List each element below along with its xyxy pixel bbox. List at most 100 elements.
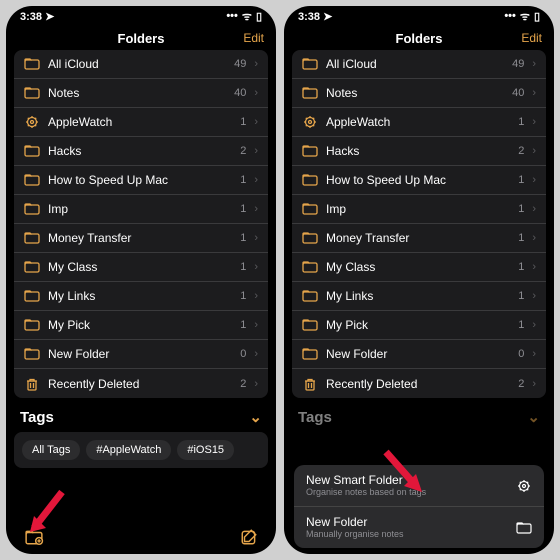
list-item[interactable]: Recently Deleted2› <box>292 369 546 398</box>
list-item[interactable]: Imp1› <box>14 195 268 224</box>
tags-header[interactable]: Tags ⌄ <box>292 398 546 432</box>
list-item[interactable]: Hacks2› <box>292 137 546 166</box>
status-bar: 3:38 ➤ ••• ᯤ ▯ <box>284 6 554 26</box>
menu-item-title: New Smart Folder <box>306 473 506 487</box>
list-item[interactable]: AppleWatch1› <box>292 108 546 137</box>
list-item[interactable]: My Class1› <box>14 253 268 282</box>
folder-count: 1 <box>518 116 524 128</box>
list-item[interactable]: New Folder0› <box>14 340 268 369</box>
folder-icon <box>516 520 532 536</box>
folder-icon <box>302 230 318 246</box>
list-item[interactable]: How to Speed Up Mac1› <box>292 166 546 195</box>
menu-new-folder[interactable]: New Folder Manually organise notes <box>294 507 544 548</box>
list-item[interactable]: My Pick1› <box>14 311 268 340</box>
nav-bar: Folders Edit <box>284 26 554 50</box>
folder-label: Recently Deleted <box>326 377 510 391</box>
new-folder-button[interactable] <box>24 528 44 549</box>
tags-header[interactable]: Tags ⌄ <box>14 398 268 432</box>
chevron-right-icon: › <box>254 116 258 128</box>
folder-count: 40 <box>512 87 524 99</box>
folder-label: Imp <box>48 202 232 216</box>
signal-icon: ••• <box>504 10 516 22</box>
list-item[interactable]: My Links1› <box>292 282 546 311</box>
folder-label: My Pick <box>326 318 510 332</box>
folder-count: 1 <box>518 319 524 331</box>
chevron-right-icon: › <box>532 290 536 302</box>
folder-count: 40 <box>234 87 246 99</box>
tag-chip[interactable]: #iOS15 <box>177 440 234 460</box>
trash-icon <box>302 376 318 392</box>
edit-button[interactable]: Edit <box>521 31 542 45</box>
folder-label: How to Speed Up Mac <box>326 173 510 187</box>
list-item[interactable]: Notes40› <box>14 79 268 108</box>
folder-icon <box>302 346 318 362</box>
tags-box: All Tags #AppleWatch #iOS15 <box>14 432 268 468</box>
chevron-down-icon: ⌄ <box>249 408 262 426</box>
folder-label: My Links <box>326 289 510 303</box>
list-item[interactable]: Imp1› <box>292 195 546 224</box>
tag-chip[interactable]: All Tags <box>22 440 80 460</box>
folder-icon <box>302 56 318 72</box>
folder-count: 49 <box>234 58 246 70</box>
chevron-right-icon: › <box>532 87 536 99</box>
toolbar <box>6 522 276 554</box>
list-item[interactable]: Money Transfer1› <box>292 224 546 253</box>
list-item[interactable]: Notes 40 › <box>292 79 546 108</box>
list-item[interactable]: All iCloud49› <box>292 50 546 79</box>
list-item[interactable]: Hacks2› <box>14 137 268 166</box>
folder-icon <box>302 85 318 101</box>
folder-count: 2 <box>240 378 246 390</box>
phone-right: 3:38 ➤ ••• ᯤ ▯ Folders Edit All iCloud49… <box>284 6 554 554</box>
chevron-right-icon: › <box>254 378 258 390</box>
list-item[interactable]: New Folder0› <box>292 340 546 369</box>
chevron-right-icon: › <box>254 261 258 273</box>
compose-button[interactable] <box>240 528 258 549</box>
list-item[interactable]: Recently Deleted 2 › <box>14 369 268 398</box>
signal-icon: ••• <box>226 10 238 22</box>
chevron-right-icon: › <box>532 116 536 128</box>
location-icon: ➤ <box>323 11 332 23</box>
nav-bar: Folders Edit <box>6 26 276 50</box>
list-item[interactable]: My Class1› <box>292 253 546 282</box>
folders-list: All iCloud49›Notes40›AppleWatch1›Hacks2›… <box>292 50 546 398</box>
folder-count: 1 <box>240 116 246 128</box>
folder-label: Recently Deleted <box>48 377 232 391</box>
edit-button[interactable]: Edit <box>243 31 264 45</box>
folder-count: 1 <box>240 319 246 331</box>
folder-icon <box>24 259 40 275</box>
chevron-right-icon: › <box>532 378 536 390</box>
chevron-right-icon: › <box>254 319 258 331</box>
list-item[interactable]: My Links1› <box>14 282 268 311</box>
list-item[interactable]: Money Transfer1› <box>14 224 268 253</box>
battery-icon: ▯ <box>534 10 540 23</box>
battery-icon: ▯ <box>256 10 262 23</box>
folder-icon <box>24 317 40 333</box>
list-item[interactable]: AppleWatch 1 › <box>14 108 268 137</box>
folder-count: 1 <box>240 232 246 244</box>
folder-icon <box>302 143 318 159</box>
chevron-right-icon: › <box>254 203 258 215</box>
folder-label: My Links <box>48 289 232 303</box>
folders-scroll[interactable]: All iCloud49›Notes40› AppleWatch 1 › Hacks2›… <box>6 50 276 522</box>
chevron-down-icon: ⌄ <box>527 408 540 426</box>
chevron-right-icon: › <box>532 348 536 360</box>
tag-chip[interactable]: #AppleWatch <box>86 440 171 460</box>
folder-count: 1 <box>240 261 246 273</box>
menu-new-smart-folder[interactable]: New Smart Folder Organise notes based on… <box>294 465 544 507</box>
folder-icon <box>24 230 40 246</box>
folder-label: Hacks <box>326 144 510 158</box>
gear-icon <box>24 114 40 130</box>
menu-item-title: New Folder <box>306 515 506 529</box>
folder-count: 1 <box>518 261 524 273</box>
list-item[interactable]: How to Speed Up Mac1› <box>14 166 268 195</box>
folder-count: 2 <box>518 145 524 157</box>
list-item[interactable]: My Pick 1 › <box>292 311 546 340</box>
list-item[interactable]: All iCloud49› <box>14 50 268 79</box>
chevron-right-icon: › <box>254 290 258 302</box>
folder-icon <box>302 288 318 304</box>
folder-label: Notes <box>326 86 504 100</box>
folder-label: AppleWatch <box>48 115 232 129</box>
folder-count: 1 <box>518 203 524 215</box>
folder-label: Money Transfer <box>48 231 232 245</box>
chevron-right-icon: › <box>532 319 536 331</box>
